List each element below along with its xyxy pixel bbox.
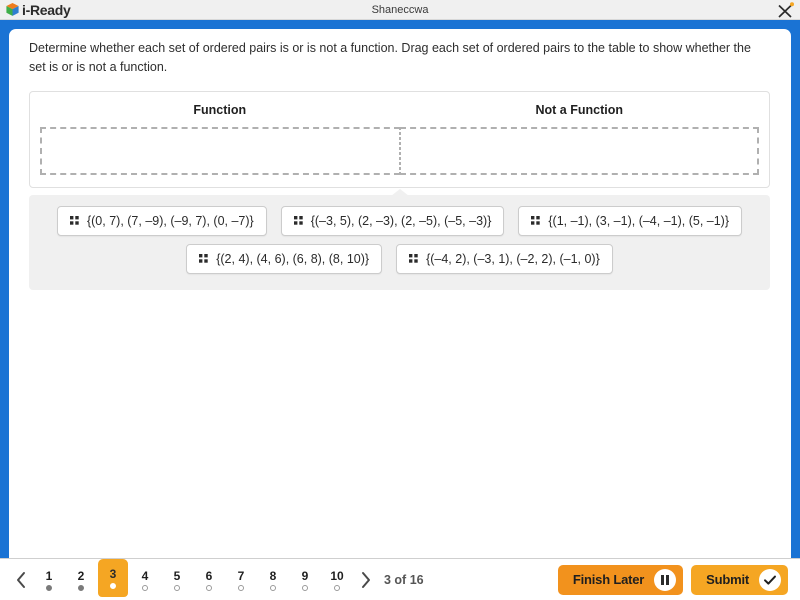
chip-label: {(0, 7), (7, –9), (–9, 7), (0, –7)} [86,213,254,228]
page-status-dot [110,582,116,589]
page-counter: 3 of 16 [384,572,424,587]
chip-label: {(–3, 5), (2, –3), (2, –5), (–5, –3)} [310,213,492,228]
column-header-not-a-function: Not a Function [535,102,624,117]
bottom-navigation: 1 2 3 4 5 6 7 8 9 10 3 of 16 Finish Late… [0,558,800,600]
page-status-dot [302,584,308,591]
dropzone-function[interactable] [40,126,400,175]
submit-button[interactable]: Submit [691,564,788,595]
dropzone-row [40,126,759,175]
page-button-2[interactable]: 2 [66,562,96,597]
answer-table: Function Not a Function [29,90,770,188]
chevron-left-icon[interactable] [8,565,34,595]
page-number: 8 [269,568,277,583]
app-root: i-Ready Shaneccwa Determine whether each… [0,0,800,600]
window-titlebar: i-Ready Shaneccwa [0,0,800,20]
page-status-dot [78,584,84,591]
chip-label: {(2, 4), (4, 6), (6, 8), (8, 10)} [216,251,370,266]
chip-label: {(1, –1), (3, –1), (–4, –1), (5, –1)} [548,213,730,228]
chevron-right-icon[interactable] [352,565,378,595]
tray-pointer-icon [391,188,409,196]
submit-label: Submit [706,572,749,587]
page-number: 10 [330,568,344,583]
chip-label: {(–4, 2), (–3, 1), (–2, 2), (–1, 0)} [426,251,600,266]
page-number: 4 [141,568,149,583]
page-number: 3 [109,566,117,581]
page-list: 1 2 3 4 5 6 7 8 9 10 [34,558,352,597]
table-header-row: Function Not a Function [40,103,759,127]
check-icon [759,568,781,591]
window-title: Shaneccwa [371,3,429,16]
draggable-chip[interactable]: {(2, 4), (4, 6), (6, 8), (8, 10)} [186,243,383,274]
question-body: Determine whether each set of ordered pa… [9,29,791,290]
page-button-10[interactable]: 10 [322,562,352,597]
draggable-chip[interactable]: {(1, –1), (3, –1), (–4, –1), (5, –1)} [518,205,743,236]
page-status-dot [206,584,212,591]
page-number: 6 [205,568,213,583]
drag-handle-icon [409,252,418,266]
lesson-frame: Determine whether each set of ordered pa… [0,20,800,558]
pause-icon [654,568,677,591]
close-icon[interactable] [772,0,798,20]
page-button-4[interactable]: 4 [130,562,160,597]
drag-handle-icon [199,252,208,266]
draggable-chip[interactable]: {(–3, 5), (2, –3), (2, –5), (–5, –3)} [280,205,505,236]
page-status-dot [334,584,340,591]
question-card: Determine whether each set of ordered pa… [9,29,791,558]
finish-later-label: Finish Later [572,572,645,587]
page-button-1[interactable]: 1 [34,562,64,597]
page-status-dot [238,584,244,591]
instruction-text: Determine whether each set of ordered pa… [29,41,751,75]
finish-later-button[interactable]: Finish Later [557,564,684,595]
page-status-dot [46,584,52,591]
page-button-3[interactable]: 3 [98,558,128,597]
page-number: 9 [301,568,309,583]
page-number: 2 [77,568,85,583]
chip-tray: {(0, 7), (7, –9), (–9, 7), (0, –7)} {(–3… [29,194,770,290]
page-status-dot [142,584,148,591]
drag-handle-icon [293,214,303,228]
chip-row-2: {(2, 4), (4, 6), (6, 8), (8, 10)} {(–4, … [29,243,770,274]
page-number: 7 [237,568,245,583]
page-button-7[interactable]: 7 [226,562,256,597]
page-button-5[interactable]: 5 [162,562,192,597]
draggable-chip[interactable]: {(–4, 2), (–3, 1), (–2, 2), (–1, 0)} [396,243,613,274]
page-button-8[interactable]: 8 [258,562,288,597]
draggable-chip[interactable]: {(0, 7), (7, –9), (–9, 7), (0, –7)} [56,205,267,236]
page-button-6[interactable]: 6 [194,562,224,597]
chip-row-1: {(0, 7), (7, –9), (–9, 7), (0, –7)} {(–3… [29,205,770,236]
page-number: 5 [173,568,181,583]
page-status-dot [270,584,276,591]
column-header-function: Function [193,102,247,117]
drag-handle-icon [69,214,79,228]
page-status-dot [174,584,180,591]
dropzone-not-a-function[interactable] [399,126,759,175]
page-number: 1 [45,568,53,583]
drag-handle-icon [531,214,541,228]
page-button-9[interactable]: 9 [290,562,320,597]
